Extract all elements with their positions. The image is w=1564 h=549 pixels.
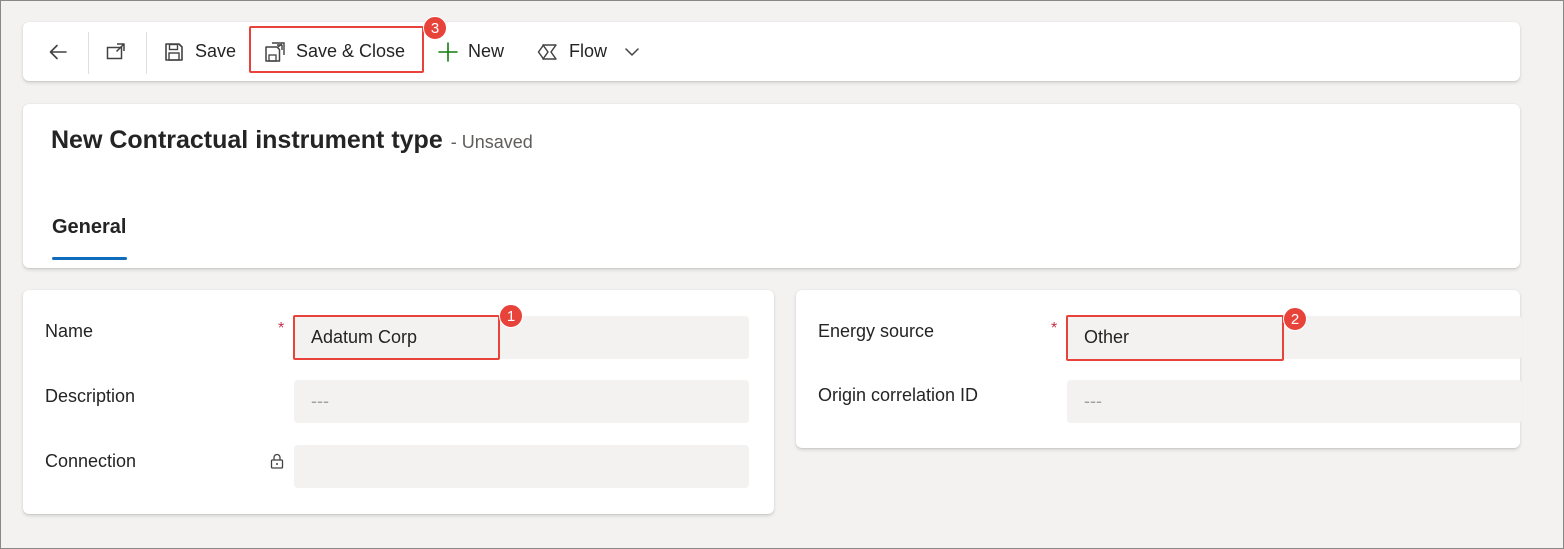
origin-correlation-id-field[interactable]: --- <box>1067 380 1522 423</box>
connection-label: Connection <box>45 451 137 471</box>
plus-icon <box>437 41 459 63</box>
energy-source-label: Energy source <box>818 321 935 341</box>
new-button[interactable]: New <box>437 22 504 81</box>
back-button[interactable] <box>47 22 69 81</box>
page-title: New Contractual instrument type - Unsaved <box>51 126 533 155</box>
toolbar-divider <box>146 32 147 74</box>
general-section-left: Name * Adatum Corp 1 Description --- Con… <box>23 290 774 514</box>
save-button[interactable]: Save <box>163 22 236 81</box>
name-label: Name <box>45 321 94 341</box>
required-indicator: * <box>1051 320 1058 337</box>
callout-highlight-3 <box>249 26 424 73</box>
chevron-down-icon[interactable] <box>621 41 643 63</box>
save-status: - Unsaved <box>450 132 533 152</box>
command-bar: Save Save & Close 3 New Flow <box>23 16 1520 81</box>
callout-highlight-2 <box>1066 315 1284 361</box>
flow-label: Flow <box>569 41 608 61</box>
description-field-value: --- <box>311 391 329 411</box>
lock-icon <box>269 452 285 475</box>
callout-badge-2: 2 <box>1283 307 1307 331</box>
origin-correlation-id-value: --- <box>1084 391 1102 411</box>
connection-field <box>294 445 749 488</box>
back-arrow-icon <box>47 41 69 63</box>
flow-button[interactable]: Flow <box>537 22 643 81</box>
toolbar-divider <box>88 32 89 74</box>
tab-general[interactable]: General <box>52 216 126 239</box>
general-section-right: Energy source * Other 2 Origin correlati… <box>796 290 1522 448</box>
save-label: Save <box>195 41 237 61</box>
page-title-text: New Contractual instrument type <box>51 126 443 154</box>
origin-correlation-id-label: Origin correlation ID <box>818 385 979 405</box>
new-label: New <box>468 41 505 61</box>
save-icon <box>163 41 185 63</box>
callout-badge-1: 1 <box>499 304 523 328</box>
required-indicator: * <box>278 320 285 337</box>
open-in-new-window-icon <box>105 41 127 63</box>
description-field[interactable]: --- <box>294 380 749 423</box>
description-label: Description <box>45 386 136 406</box>
form-header: New Contractual instrument type - Unsaved… <box>23 104 1520 268</box>
tab-active-indicator <box>52 257 127 260</box>
flow-icon <box>537 41 559 63</box>
callout-highlight-1 <box>293 315 500 360</box>
open-in-new-window-button[interactable] <box>105 22 127 81</box>
